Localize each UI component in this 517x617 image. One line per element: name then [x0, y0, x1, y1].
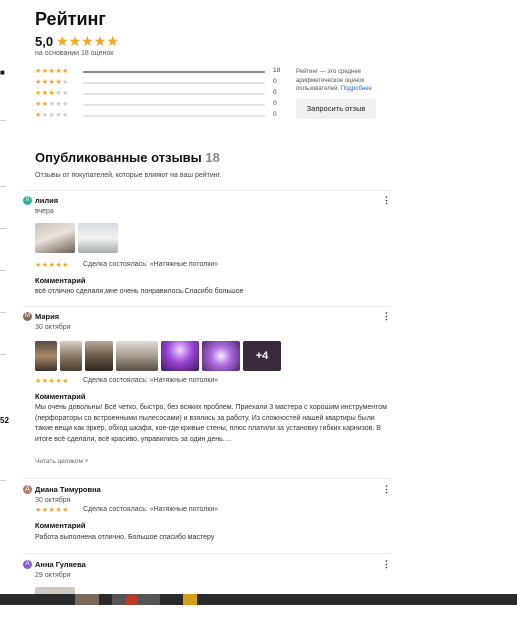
review-stars: ★★★★★	[35, 507, 69, 514]
review-deal: Сделка состоялась: «Натяжные потолки»	[83, 506, 219, 513]
review-photo[interactable]	[116, 341, 158, 371]
review-deal: Сделка состоялась: «Натяжные потолки»	[83, 377, 219, 384]
star-icon: ★★★★★	[35, 68, 69, 75]
comment-text: Работа выполнена отлично. Большое спасиб…	[35, 534, 215, 541]
left-edge-divider	[0, 312, 6, 313]
distribution-row: ★★★★★ 0	[35, 100, 285, 111]
divider	[23, 190, 391, 191]
distribution-count: 0	[273, 89, 277, 96]
more-photos-button[interactable]: +4	[243, 341, 281, 371]
distribution-count: 0	[273, 78, 277, 85]
reviewer-name: Мария	[35, 312, 60, 321]
review-card: А Анна Гуляева 29 октября ⋮	[23, 560, 391, 597]
reviewer-name: лилия	[35, 196, 59, 205]
star-icon: ★★★★★	[35, 101, 69, 108]
review-date: 30 октября	[35, 497, 71, 504]
distribution-row: ★★★★★ 18	[35, 67, 285, 78]
divider	[23, 478, 391, 479]
star-icon: ★★★★★	[35, 112, 69, 119]
distribution-count: 18	[273, 67, 281, 74]
review-date: 29 октября	[35, 572, 71, 579]
published-subtitle: Отзывы от покупателей, которые влияют на…	[35, 172, 222, 179]
request-review-button[interactable]: Запросить отзыв	[296, 99, 376, 119]
distribution-bar-fill	[83, 71, 265, 73]
rating-distribution: ★★★★★ 18 ★★★★★ 0 ★★★★★ 0 ★★★★★ 0 ★★★★★ 0	[35, 67, 285, 122]
review-photo[interactable]	[202, 341, 240, 371]
left-edge-divider	[0, 270, 6, 271]
taskbar-app-icon[interactable]	[75, 594, 99, 605]
published-title-text: Опубликованные отзывы	[35, 150, 202, 165]
rating-score: 5,0	[35, 34, 54, 49]
rating-stars: ★★★★★	[56, 33, 119, 49]
left-edge-divider	[0, 354, 6, 355]
rating-title: Рейтинг	[35, 9, 106, 29]
left-edge-marker: ■	[0, 68, 5, 77]
avatar: Л	[23, 196, 32, 205]
review-photo[interactable]	[35, 341, 57, 371]
left-edge-divider	[0, 120, 6, 121]
distribution-count: 0	[273, 100, 277, 107]
left-edge-divider	[0, 228, 6, 229]
more-vertical-icon[interactable]: ⋮	[382, 485, 391, 494]
distribution-row: ★★★★★ 0	[35, 89, 285, 100]
review-card: М Мария 30 октября ⋮ +4 ★★★★★ Сделка сос…	[23, 312, 391, 472]
review-deal: Сделка состоялась: «Натяжные потолки»	[83, 261, 219, 268]
review-photo[interactable]	[85, 341, 113, 371]
distribution-bar	[83, 71, 265, 73]
comment-label: Комментарий	[35, 521, 86, 530]
published-count: 18	[205, 150, 220, 165]
left-edge-number: 52	[0, 416, 9, 425]
comment-text: Мы очень довольны! Всё четко, быстро, бе…	[35, 404, 387, 443]
rating-basis: на основании 18 оценок	[35, 50, 114, 57]
distribution-row: ★★★★★ 0	[35, 78, 285, 89]
distribution-count: 0	[273, 111, 277, 118]
avatar: Д	[23, 485, 32, 494]
review-photo[interactable]	[78, 223, 118, 253]
reviewer-name: Анна Гуляева	[35, 560, 86, 569]
taskbar-app-icon[interactable]	[183, 594, 197, 605]
review-date: вчера	[35, 208, 54, 215]
distribution-bar	[83, 93, 265, 95]
more-vertical-icon[interactable]: ⋮	[382, 196, 391, 205]
left-panel-edge: ■ 52	[0, 0, 10, 605]
more-vertical-icon[interactable]: ⋮	[382, 312, 391, 321]
divider	[23, 306, 391, 307]
browser-icon[interactable]	[126, 594, 138, 605]
review-stars: ★★★★★	[35, 262, 69, 269]
review-date: 30 октября	[35, 324, 71, 331]
review-photo[interactable]	[161, 341, 199, 371]
more-info-link[interactable]: Подробнее	[341, 86, 372, 92]
review-photo[interactable]	[35, 223, 75, 253]
distribution-bar	[83, 82, 265, 84]
distribution-bar	[83, 115, 265, 117]
avatar: М	[23, 312, 32, 321]
review-card: Л лилия вчера ⋮ ★★★★★ Сделка состоялась:…	[23, 196, 391, 301]
more-vertical-icon[interactable]: ⋮	[382, 560, 391, 569]
distribution-row: ★★★★★ 0	[35, 111, 285, 122]
taskbar	[0, 594, 517, 605]
review-stars: ★★★★★	[35, 378, 69, 385]
avatar: А	[23, 560, 32, 569]
review-card: Д Диана Тимуровна 30 октября ⋮ ★★★★★ Сде…	[23, 485, 391, 547]
left-edge-divider	[0, 186, 6, 187]
comment-label: Комментарий	[35, 276, 86, 285]
comment-text: всё отлично сделали,мне очень понравилос…	[35, 288, 244, 295]
star-icon: ★★★★★	[35, 79, 69, 86]
left-edge-divider	[0, 480, 6, 481]
rating-note: Рейтинг — это среднее арифметическое оце…	[296, 68, 391, 94]
published-title: Опубликованные отзывы 18	[35, 150, 220, 165]
star-icon: ★★★★★	[35, 90, 69, 97]
review-photo[interactable]	[60, 341, 82, 371]
distribution-bar	[83, 104, 265, 106]
reviewer-name: Диана Тимуровна	[35, 485, 101, 494]
comment-label: Комментарий	[35, 392, 86, 401]
divider	[23, 553, 391, 554]
read-all-link[interactable]: Читать целиком ˅	[35, 458, 89, 465]
